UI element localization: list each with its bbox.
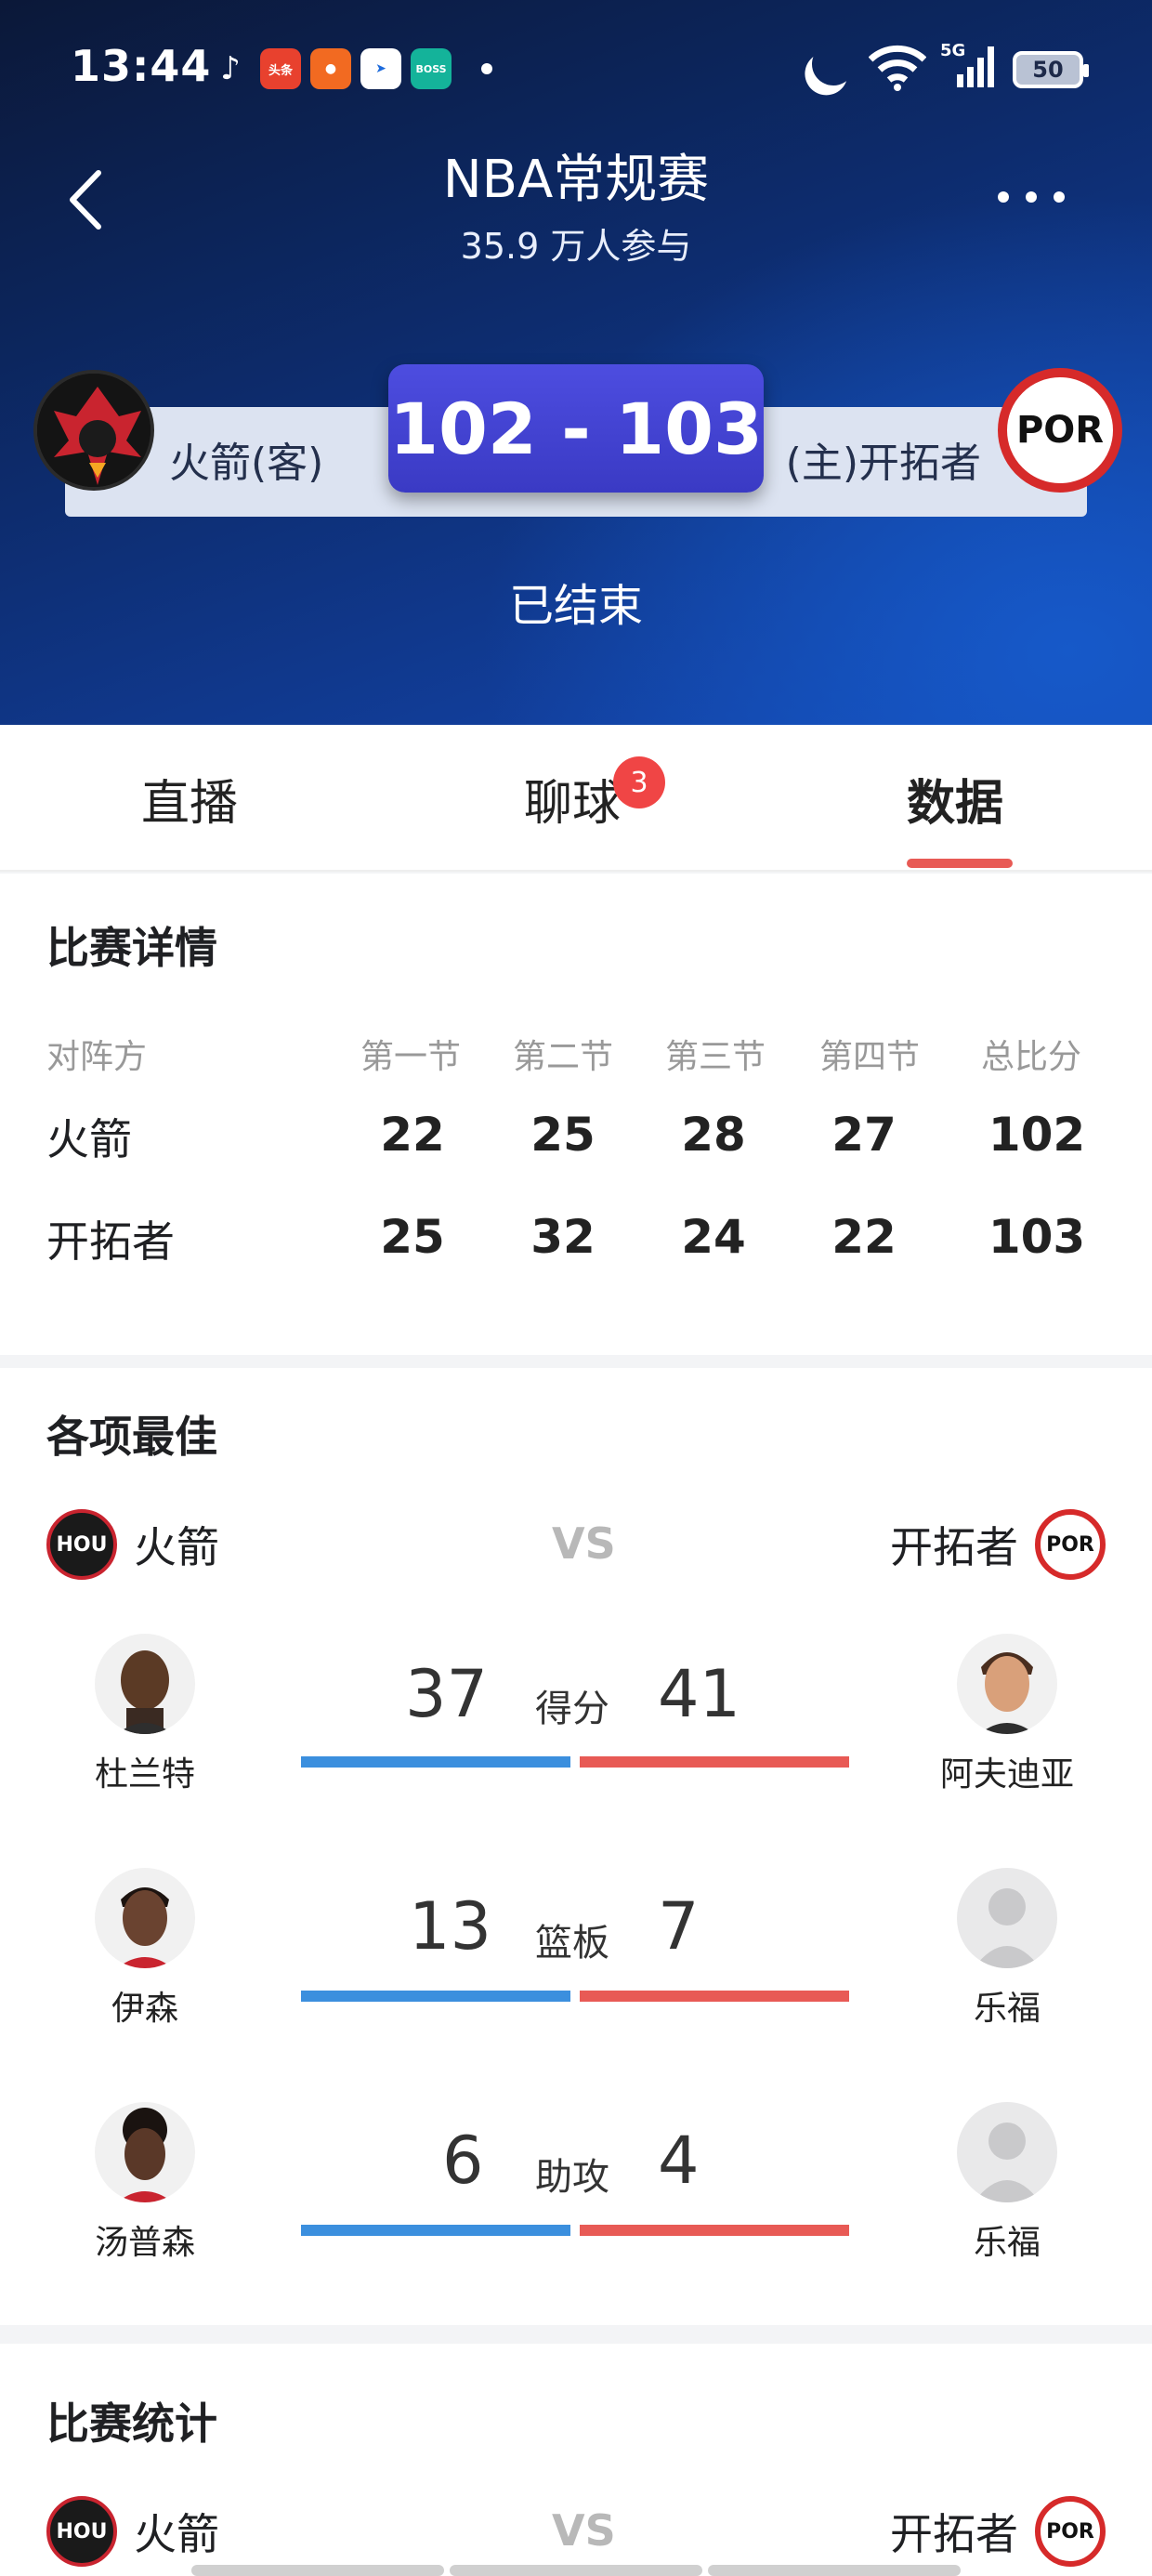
player-avatar-avdija[interactable] bbox=[957, 1634, 1057, 1734]
rebounds-away-bar bbox=[301, 1991, 570, 2002]
rockets-q4: 27 bbox=[831, 1108, 897, 1162]
leaders-vs: VS bbox=[552, 1518, 616, 1569]
player-name-love[interactable]: 乐福 bbox=[905, 1981, 1109, 2030]
trail-blazers-logo: POR bbox=[998, 368, 1122, 493]
player-name-thompson[interactable]: 汤普森 bbox=[43, 2215, 247, 2264]
participant-count: 35.9 万人参与 bbox=[460, 226, 692, 267]
row-team-rockets: 火箭 bbox=[46, 1114, 132, 1164]
player-avatar-placeholder-love[interactable] bbox=[957, 1868, 1057, 1968]
do-not-disturb-icon bbox=[807, 38, 859, 90]
battery-level: 50 bbox=[1032, 57, 1064, 83]
game-stats-home-team: 开拓者 POR bbox=[873, 2496, 1106, 2567]
tab-data[interactable]: 数据 bbox=[907, 764, 1003, 834]
blazers-q3: 24 bbox=[681, 1210, 746, 1264]
scroll-indicator-3 bbox=[708, 2565, 961, 2576]
away-team-name: 火箭(客) bbox=[169, 440, 324, 487]
blazers-small-logo-2: POR bbox=[1035, 2496, 1106, 2567]
match-status: 已结束 bbox=[508, 580, 643, 632]
blazers-small-logo: POR bbox=[1035, 1509, 1106, 1580]
scroll-indicator-2 bbox=[450, 2565, 702, 2576]
player-name-eason[interactable]: 伊森 bbox=[43, 1981, 247, 2030]
header-q2: 第二节 bbox=[513, 1038, 614, 1076]
status-bar: 13:44 ♪ 头条 ● ➤ BOSS 5G 50 bbox=[0, 0, 1152, 139]
status-time: 13:44 bbox=[71, 41, 212, 91]
browser-icon: ➤ bbox=[360, 48, 401, 89]
rockets-logo bbox=[33, 370, 154, 491]
blazers-q4: 22 bbox=[831, 1210, 897, 1264]
home-team-name: (主)开拓者 bbox=[785, 440, 981, 487]
page-title: NBA常规赛 bbox=[442, 150, 710, 210]
signal-icon bbox=[957, 46, 994, 87]
player-avatar-eason[interactable] bbox=[95, 1868, 195, 1968]
blazers-total: 103 bbox=[988, 1210, 1086, 1264]
game-stats-away-name: 火箭 bbox=[134, 2509, 219, 2559]
header-total: 总比分 bbox=[981, 1038, 1082, 1076]
leaders-home-team: 开拓者 POR bbox=[873, 1509, 1106, 1580]
toutiao-icon: 头条 bbox=[260, 48, 301, 89]
tab-chat[interactable]: 聊球 bbox=[524, 764, 621, 834]
points-home-bar bbox=[580, 1756, 849, 1768]
leaders-away-name: 火箭 bbox=[134, 1522, 219, 1572]
blazers-q1: 25 bbox=[380, 1210, 445, 1264]
trail-blazers-logo-text: POR bbox=[1015, 409, 1105, 452]
assists-home-value: 4 bbox=[658, 2123, 700, 2199]
points-label: 得分 bbox=[535, 1688, 609, 1730]
match-header: 13:44 ♪ 头条 ● ➤ BOSS 5G 50 NBA常规赛 35.9 万人… bbox=[0, 0, 1152, 725]
match-details-title: 比赛详情 bbox=[46, 923, 217, 973]
game-stats-title: 比赛统计 bbox=[46, 2399, 217, 2449]
header-q4: 第四节 bbox=[819, 1038, 921, 1076]
points-home-value: 41 bbox=[658, 1656, 741, 1732]
rockets-total: 102 bbox=[988, 1108, 1086, 1162]
player-name-durant[interactable]: 杜兰特 bbox=[43, 1747, 247, 1795]
more-notifications-dot bbox=[481, 63, 492, 74]
player-avatar-durant[interactable] bbox=[95, 1634, 195, 1734]
rebounds-home-value: 7 bbox=[658, 1888, 700, 1965]
boss-icon: BOSS bbox=[411, 48, 452, 89]
rebounds-label: 篮板 bbox=[535, 1922, 609, 1965]
game-stats-home-name: 开拓者 bbox=[890, 2509, 1018, 2559]
wifi-icon bbox=[869, 45, 926, 91]
blazers-q2: 32 bbox=[530, 1210, 596, 1264]
rockets-q2: 25 bbox=[530, 1108, 596, 1162]
leaders-home-name: 开拓者 bbox=[890, 1522, 1018, 1572]
assists-away-bar bbox=[301, 2225, 570, 2236]
header-q1: 第一节 bbox=[360, 1038, 462, 1076]
player-avatar-placeholder-love-2[interactable] bbox=[957, 2102, 1057, 2202]
leaders-title: 各项最佳 bbox=[46, 1412, 217, 1462]
rebounds-home-bar bbox=[580, 1991, 849, 2002]
player-name-avdija[interactable]: 阿夫迪亚 bbox=[905, 1747, 1109, 1795]
battery-icon: 50 bbox=[1013, 51, 1089, 88]
assists-home-bar bbox=[580, 2225, 849, 2236]
final-score: 102 - 103 bbox=[388, 364, 764, 493]
tab-bar: 直播 聊球 数据 bbox=[0, 725, 1152, 872]
tiktok-icon: ♪ bbox=[220, 50, 241, 87]
game-stats-vs: VS bbox=[552, 2505, 616, 2556]
points-away-bar bbox=[301, 1756, 570, 1768]
more-options-icon[interactable] bbox=[998, 191, 1065, 206]
chat-unread-badge: 3 bbox=[613, 756, 665, 808]
scroll-indicator-1 bbox=[191, 2565, 444, 2576]
rockets-q1: 22 bbox=[380, 1108, 445, 1162]
player-avatar-thompson[interactable] bbox=[95, 2102, 195, 2202]
active-tab-indicator bbox=[907, 859, 1013, 868]
rockets-small-logo-2: HOU bbox=[46, 2496, 117, 2567]
rockets-q3: 28 bbox=[681, 1108, 746, 1162]
assists-label: 助攻 bbox=[535, 2156, 609, 2199]
rockets-small-logo: HOU bbox=[46, 1509, 117, 1580]
game-stats-away-team: HOU 火箭 bbox=[46, 2496, 236, 2567]
tab-live[interactable]: 直播 bbox=[141, 764, 238, 834]
header-opponent: 对阵方 bbox=[46, 1038, 148, 1076]
header-q3: 第三节 bbox=[665, 1038, 766, 1076]
pinduoduo-icon: ● bbox=[310, 48, 351, 89]
player-name-love-2[interactable]: 乐福 bbox=[905, 2215, 1109, 2264]
row-team-blazers: 开拓者 bbox=[46, 1216, 175, 1267]
leaders-away-team: HOU 火箭 bbox=[46, 1509, 236, 1580]
